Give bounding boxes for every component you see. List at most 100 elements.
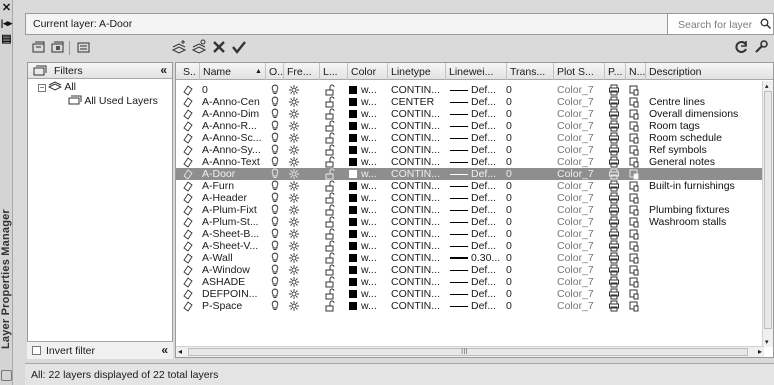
layer-search-input[interactable]: Search for layer (667, 13, 774, 35)
horizontal-scrollbar[interactable]: ◂ III ▸ (176, 346, 764, 357)
new-vp-freeze-icon[interactable] (629, 240, 639, 252)
properties-icon[interactable]: ▤ (0, 33, 13, 46)
collapse-filters-button[interactable]: « (160, 63, 167, 77)
on-off-bulb-icon[interactable] (270, 240, 280, 252)
lock-icon[interactable] (325, 204, 335, 216)
freeze-sun-icon[interactable] (289, 228, 299, 240)
freeze-sun-icon[interactable] (289, 84, 299, 96)
on-off-bulb-icon[interactable] (270, 276, 280, 288)
layer-status-icon[interactable] (183, 144, 193, 156)
new-vp-freeze-icon[interactable] (629, 192, 639, 204)
layer-status-icon[interactable] (183, 132, 193, 144)
layer-status-icon[interactable] (183, 264, 193, 276)
new-group-filter-icon[interactable] (50, 39, 66, 55)
freeze-sun-icon[interactable] (289, 120, 299, 132)
freeze-sun-icon[interactable] (289, 240, 299, 252)
new-vp-freeze-icon[interactable] (629, 216, 639, 228)
column-separator[interactable] (445, 63, 446, 80)
layer-row[interactable]: A-Plum-St... w... CONTIN... Def... 0 Color_7 W… (176, 216, 764, 228)
layer-row[interactable]: 0 w... CONTIN... Def... 0 Color_7 (176, 84, 764, 96)
lock-icon[interactable] (325, 144, 335, 156)
lock-icon[interactable] (325, 228, 335, 240)
vertical-scrollbar[interactable]: ▴ ▾ (762, 81, 773, 347)
column-header-plot[interactable]: P... (608, 66, 622, 78)
plot-printer-icon[interactable] (609, 156, 619, 168)
plot-printer-icon[interactable] (609, 96, 619, 108)
lock-icon[interactable] (325, 180, 335, 192)
column-header-description[interactable]: Description (649, 66, 702, 78)
scroll-down-icon[interactable]: ▾ (765, 338, 769, 346)
freeze-sun-icon[interactable] (289, 216, 299, 228)
tree-item-all-used-layers[interactable]: All Used Layers (68, 95, 158, 107)
layer-row[interactable]: A-Window w... CONTIN... Def... 0 Color_7 (176, 264, 764, 276)
column-header-transparency[interactable]: Trans... (510, 66, 545, 78)
layer-row[interactable]: A-Furn w... CONTIN... Def... 0 Color_7 Built-i… (176, 180, 764, 192)
plot-printer-icon[interactable] (609, 228, 619, 240)
new-property-filter-icon[interactable] (31, 39, 47, 55)
vertical-scroll-thumb[interactable] (764, 91, 772, 329)
color-swatch[interactable] (349, 230, 357, 238)
plot-printer-icon[interactable] (609, 192, 619, 204)
new-vp-freeze-icon[interactable] (629, 108, 639, 120)
layer-status-icon[interactable] (183, 120, 193, 132)
color-swatch[interactable] (349, 302, 357, 310)
column-separator[interactable] (347, 63, 348, 80)
plot-printer-icon[interactable] (609, 288, 619, 300)
freeze-sun-icon[interactable] (289, 96, 299, 108)
layer-row[interactable]: A-Plum-Fixt w... CONTIN... Def... 0 Color_7 Pl… (176, 204, 764, 216)
column-header-on[interactable]: O.. (269, 66, 283, 78)
layer-row[interactable]: A-Wall w... CONTIN... 0.30... 0 Color_7 (176, 252, 764, 264)
plot-printer-icon[interactable] (609, 300, 619, 312)
on-off-bulb-icon[interactable] (270, 252, 280, 264)
layer-status-icon[interactable] (183, 192, 193, 204)
on-off-bulb-icon[interactable] (270, 288, 280, 300)
freeze-sun-icon[interactable] (289, 180, 299, 192)
new-vp-freeze-icon[interactable] (629, 228, 639, 240)
delete-layer-icon[interactable] (211, 39, 227, 55)
color-swatch[interactable] (349, 134, 357, 142)
on-off-bulb-icon[interactable] (270, 264, 280, 276)
color-swatch[interactable] (349, 170, 357, 178)
column-separator[interactable] (387, 63, 388, 80)
column-header-new-vp-freeze[interactable]: N... (629, 66, 645, 78)
settings-wrench-icon[interactable] (753, 39, 769, 55)
plot-printer-icon[interactable] (609, 120, 619, 132)
layer-row[interactable]: A-Anno-Sy... w... CONTIN... Def... 0 Color_7 R… (176, 144, 764, 156)
layer-status-icon[interactable] (183, 228, 193, 240)
on-off-bulb-icon[interactable] (270, 216, 280, 228)
invert-filter-checkbox[interactable] (32, 346, 41, 355)
on-off-bulb-icon[interactable] (270, 132, 280, 144)
on-off-bulb-icon[interactable] (270, 156, 280, 168)
scroll-left-icon[interactable]: ◂ (178, 347, 182, 356)
new-vp-freeze-icon[interactable] (629, 276, 639, 288)
new-vp-freeze-icon[interactable] (629, 204, 639, 216)
layer-status-icon[interactable] (183, 156, 193, 168)
layer-status-icon[interactable] (183, 300, 193, 312)
layer-row[interactable]: A-Sheet-V... w... CONTIN... Def... 0 Color_7 (176, 240, 764, 252)
layer-status-icon[interactable] (183, 84, 193, 96)
layer-row[interactable]: P-Space w... CONTIN... Def... 0 Color_7 (176, 300, 764, 312)
layer-row[interactable]: ASHADE w... CONTIN... Def... 0 Color_7 (176, 276, 764, 288)
plot-printer-icon[interactable] (609, 240, 619, 252)
color-swatch[interactable] (349, 266, 357, 274)
tree-item-all[interactable]: − All (38, 81, 76, 93)
new-vp-freeze-icon[interactable] (629, 96, 639, 108)
column-header-name[interactable]: Name (203, 66, 231, 78)
plot-printer-icon[interactable] (609, 276, 619, 288)
layer-row[interactable]: A-Anno-Dim w... CONTIN... Def... 0 Color_7 Ove… (176, 108, 764, 120)
layer-status-icon[interactable] (183, 240, 193, 252)
freeze-sun-icon[interactable] (289, 264, 299, 276)
close-icon[interactable]: ✕ (0, 2, 13, 15)
layer-row[interactable]: A-Sheet-B... w... CONTIN... Def... 0 Color_7 (176, 228, 764, 240)
new-vp-freeze-icon[interactable] (629, 180, 639, 192)
on-off-bulb-icon[interactable] (270, 84, 280, 96)
lock-icon[interactable] (325, 216, 335, 228)
refresh-icon[interactable] (733, 39, 749, 55)
scroll-up-icon[interactable]: ▴ (765, 82, 769, 90)
column-header-color[interactable]: Color (351, 66, 376, 78)
color-swatch[interactable] (349, 218, 357, 226)
layer-state-icon[interactable] (1, 370, 12, 381)
freeze-sun-icon[interactable] (289, 300, 299, 312)
column-separator[interactable] (283, 63, 284, 80)
layer-row[interactable]: A-Header w... CONTIN... Def... 0 Color_7 (176, 192, 764, 204)
